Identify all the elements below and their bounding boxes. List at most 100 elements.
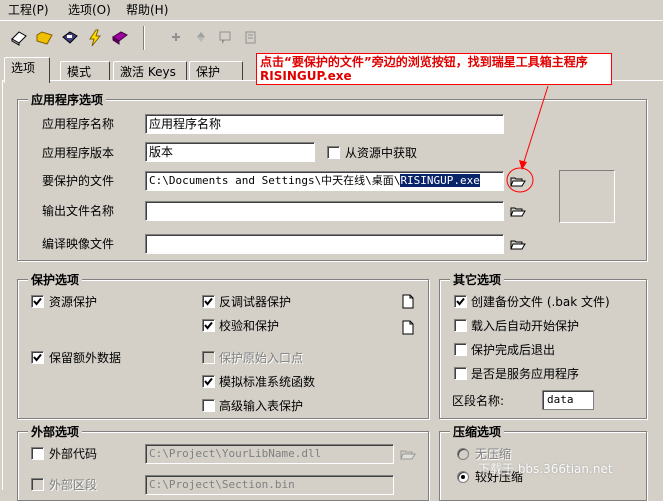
better-compress-radio[interactable] — [457, 471, 469, 483]
menu-project[interactable]: 工程(P) — [5, 2, 52, 18]
app-options-title: 应用程序选项 — [28, 91, 107, 108]
resource-protect-label: 资源保护 — [49, 295, 98, 309]
tab-protect-label: 保护 — [196, 65, 221, 79]
checksum-protect-label: 校验和保护 — [219, 319, 280, 333]
output-name-label: 输出文件名称 — [42, 204, 115, 218]
output-name-input[interactable] — [145, 201, 504, 221]
build-lightning-icon — [89, 29, 102, 47]
menu-options[interactable]: 选项(O) — [65, 2, 114, 18]
protected-file-selected: RISINGUP.exe — [400, 174, 480, 187]
anti-debugger-label: 反调试器保护 — [219, 295, 292, 309]
is-service-checkbox[interactable] — [454, 367, 467, 380]
other-options-title: 其它选项 — [450, 271, 505, 288]
app-name-label: 应用程序名称 — [42, 117, 115, 131]
comment-icon — [219, 31, 231, 44]
compiled-image-label: 编译映像文件 — [42, 237, 115, 251]
from-resource-checkbox[interactable] — [327, 146, 340, 159]
app-version-label: 应用程序版本 — [42, 146, 115, 160]
emulate-std-funcs-checkbox[interactable] — [202, 375, 215, 388]
menu-bar: 工程(P) 选项(O) 帮助(H) — [0, 0, 663, 20]
checkmark-icon — [33, 297, 42, 306]
checkmark-icon — [204, 297, 213, 306]
app-name-input[interactable]: 应用程序名称 — [145, 114, 504, 134]
compiled-image-input[interactable] — [145, 234, 504, 254]
auto-protect-checkbox[interactable] — [454, 319, 467, 332]
external-code-input[interactable]: C:\Project\YourLibName.dll — [145, 444, 394, 464]
preserve-extra-checkbox[interactable] — [31, 351, 44, 364]
tab-options-label: 选项 — [11, 61, 36, 75]
external-section-input[interactable]: C:\Project\Section.bin — [145, 475, 394, 495]
external-section-checkbox[interactable] — [31, 478, 44, 491]
comment-button[interactable] — [215, 27, 237, 49]
protect-entry-label: 保护原始入口点 — [219, 351, 304, 365]
section-name-label: 区段名称: — [452, 394, 505, 408]
icon-preview-box — [559, 170, 615, 223]
external-code-browse-button[interactable] — [400, 447, 418, 463]
advanced-import-label: 高级输入表保护 — [219, 399, 304, 413]
section-name-input[interactable]: data — [542, 390, 594, 410]
external-options-title: 外部选项 — [28, 423, 83, 440]
tab-activate-keys-label: 激活 Keys — [120, 65, 176, 79]
book-icon — [112, 31, 128, 45]
advanced-import-checkbox[interactable] — [202, 399, 215, 412]
from-resource-label: 从资源中获取 — [345, 146, 418, 160]
preserve-extra-label: 保留额外数据 — [49, 351, 122, 365]
anti-debugger-settings-button[interactable] — [402, 294, 414, 309]
compress-options-title: 压缩选项 — [450, 423, 505, 440]
no-compress-radio[interactable] — [457, 448, 469, 460]
app-version-input[interactable]: 版本 — [145, 142, 315, 162]
exit-after-label: 保护完成后退出 — [471, 343, 556, 357]
open-folder-icon — [400, 450, 416, 460]
resource-protect-checkbox[interactable] — [31, 295, 44, 308]
up-button[interactable] — [191, 27, 213, 49]
protected-file-input[interactable]: C:\Documents and Settings\中天在线\桌面\RISING… — [145, 171, 504, 191]
new-project-icon — [11, 31, 27, 46]
annotation-callout: 点击“要保护的文件”旁边的浏览按钮，找到瑞星工具箱主程序 RISINGUP.ex… — [256, 53, 612, 85]
anti-debugger-checkbox[interactable] — [202, 295, 215, 308]
external-section-label: 外部区段 — [49, 478, 98, 492]
exit-after-checkbox[interactable] — [454, 343, 467, 356]
document-icon — [402, 320, 414, 335]
help-book-button[interactable] — [109, 27, 131, 49]
protected-file-label: 要保护的文件 — [42, 174, 115, 188]
auto-protect-label: 载入后自动开始保护 — [471, 319, 580, 333]
watermark-text: 下载于 bbs.366tian.net — [478, 462, 613, 476]
protect-entry-checkbox[interactable] — [202, 351, 215, 364]
external-code-label: 外部代码 — [49, 447, 98, 461]
new-project-button[interactable] — [8, 27, 30, 49]
annotation-line-2: RISINGUP.exe — [260, 69, 352, 83]
build-button[interactable] — [84, 27, 106, 49]
compiled-image-browse-button[interactable] — [510, 237, 528, 253]
open-project-button[interactable] — [34, 27, 56, 49]
toolbar-separator — [143, 26, 145, 50]
tab-options[interactable]: 选项 — [4, 57, 50, 83]
checkmark-icon — [204, 321, 213, 330]
report-icon — [245, 31, 256, 44]
menu-help[interactable]: 帮助(H) — [123, 2, 171, 18]
protect-options-title: 保护选项 — [28, 271, 83, 288]
create-backup-checkbox[interactable] — [454, 295, 467, 308]
checksum-settings-button[interactable] — [402, 320, 414, 335]
checkmark-icon — [204, 377, 213, 386]
pin-icon — [172, 33, 180, 41]
external-code-checkbox[interactable] — [31, 447, 44, 460]
report-button[interactable] — [240, 27, 262, 49]
emulate-std-funcs-label: 模拟标准系统函数 — [219, 375, 316, 389]
annotation-line-1: 点击“要保护的文件”旁边的浏览按钮，找到瑞星工具箱主程序 — [260, 55, 588, 69]
output-name-browse-button[interactable] — [510, 204, 528, 220]
protected-file-browse-button[interactable] — [510, 174, 528, 190]
up-icon — [197, 32, 205, 42]
pin-button[interactable] — [166, 27, 188, 49]
document-icon — [402, 294, 414, 309]
create-backup-label: 创建备份文件 (.bak 文件) — [471, 295, 610, 309]
checkmark-icon — [33, 353, 42, 362]
protected-file-path: C:\Documents and Settings\中天在线\桌面\ — [149, 174, 401, 187]
toolbar — [0, 20, 663, 54]
save-disk-icon — [62, 31, 78, 44]
is-service-label: 是否是服务应用程序 — [471, 367, 580, 381]
save-project-button[interactable] — [59, 27, 81, 49]
open-folder-icon — [510, 240, 526, 250]
open-folder-icon — [36, 31, 53, 45]
checksum-protect-checkbox[interactable] — [202, 319, 215, 332]
tab-mode-label: 模式 — [67, 65, 92, 79]
